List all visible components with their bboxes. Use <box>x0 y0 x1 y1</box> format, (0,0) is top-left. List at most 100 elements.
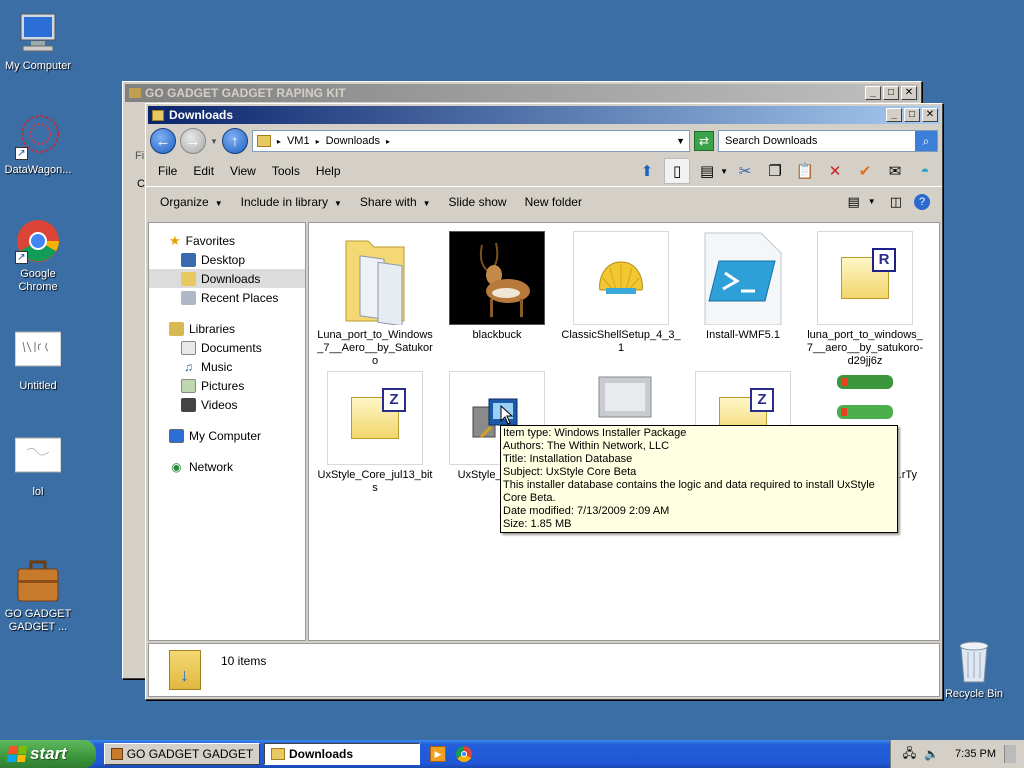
nav-my-computer[interactable]: My Computer <box>149 426 305 445</box>
media-player-quicklaunch-icon[interactable]: ▶ <box>430 746 446 762</box>
address-dropdown-icon[interactable]: ▼ <box>676 136 685 146</box>
paste-icon[interactable]: 📋 <box>792 158 818 184</box>
file-item[interactable]: ClassicShellSetup_4_3_1 <box>561 231 681 355</box>
search-input[interactable]: Search Downloads ⌕ <box>718 130 938 152</box>
folders-pane-icon[interactable]: ▯ <box>664 158 691 184</box>
classic-shell-icon[interactable]: ◓ <box>912 158 938 184</box>
chrome-quicklaunch-icon[interactable] <box>456 746 472 762</box>
change-view-icon[interactable]: ▤ <box>847 194 859 210</box>
image-file-icon <box>14 436 62 482</box>
share-with-button[interactable]: Share with ▼ <box>352 193 439 211</box>
mouse-cursor-icon <box>500 404 514 428</box>
tooltip-date-modified: Date modified: 7/13/2009 2:09 AM <box>503 505 670 517</box>
tooltip-description: This installer database contains the log… <box>503 479 875 504</box>
desktop-icon-my-computer[interactable]: My Computer <box>0 10 76 73</box>
address-row: ← → ▼ ↑ ▸ VM1 ▸ Downloads ▸ ▼ ⇄ Search D… <box>146 126 942 156</box>
breadcrumb-downloads[interactable]: Downloads <box>326 135 380 147</box>
menu-file[interactable]: File <box>150 162 185 180</box>
maximize-button[interactable]: □ <box>904 108 920 122</box>
recent-pages-dropdown[interactable]: ▼ <box>210 137 218 146</box>
minimize-button[interactable]: _ <box>886 108 902 122</box>
cut-icon[interactable]: ✂ <box>732 158 758 184</box>
file-name: ClassicShellSetup_4_3_1 <box>561 329 681 354</box>
nav-downloads[interactable]: Downloads <box>149 269 305 288</box>
desktop-icon-google-chrome[interactable]: ↗ Google Chrome <box>0 218 76 294</box>
refresh-button[interactable]: ⇄ <box>694 131 714 151</box>
preview-pane-icon[interactable]: ◫ <box>890 194 902 210</box>
explorer-window[interactable]: Downloads _ □ ✕ ← → ▼ ↑ ▸ VM1 ▸ Download… <box>145 103 943 700</box>
desktop-icon-untitled[interactable]: Untitled <box>0 330 76 393</box>
taskbar-button-downloads[interactable]: Downloads <box>264 743 420 765</box>
desktop-icon-lol[interactable]: lol <box>0 436 76 499</box>
details-pane: ↓ 10 items <box>148 643 940 697</box>
include-in-library-button[interactable]: Include in library ▼ <box>233 193 350 211</box>
desktop-icon-label: lol <box>32 486 44 498</box>
nav-desktop[interactable]: Desktop <box>149 250 305 269</box>
forward-button[interactable]: → <box>180 128 206 154</box>
search-icon[interactable]: ⌕ <box>915 131 937 151</box>
tooltip-title: Title: Installation Database <box>503 453 633 465</box>
new-folder-button[interactable]: New folder <box>517 193 590 211</box>
volume-icon[interactable]: 🔈 <box>924 747 939 761</box>
nav-network[interactable]: ◉ Network <box>149 457 305 476</box>
breadcrumb-arrow-icon[interactable]: ▸ <box>316 137 320 146</box>
background-window-titlebar[interactable]: GO GADGET GADGET RAPING KIT _ □ ✕ <box>125 84 919 102</box>
menu-view[interactable]: View <box>222 162 264 180</box>
up-folder-icon[interactable]: ⬆ <box>634 158 660 184</box>
start-button[interactable]: start <box>0 740 96 768</box>
menu-tools[interactable]: Tools <box>264 162 308 180</box>
nav-libraries[interactable]: Libraries <box>149 319 305 338</box>
help-icon[interactable]: ? <box>914 193 930 210</box>
shell-installer-icon <box>573 231 669 325</box>
file-item[interactable]: Z UxStyle_Core_jul13_bits <box>315 371 435 495</box>
navigation-pane[interactable]: ★ Favorites Desktop Downloads Recent Plac… <box>148 222 306 641</box>
file-item[interactable]: R luna_port_to_windows_7__aero__by_satuk… <box>805 231 925 368</box>
documents-icon <box>181 340 196 355</box>
downloads-folder-icon <box>181 271 196 286</box>
delete-icon[interactable]: ✕ <box>822 158 848 184</box>
desktop-icon-go-gadget[interactable]: GO GADGET GADGET ... <box>0 532 76 647</box>
network-tray-icon[interactable]: 🖧 <box>903 744 916 765</box>
file-item[interactable]: blackbuck <box>437 231 557 342</box>
close-button[interactable]: ✕ <box>901 86 917 100</box>
breadcrumb-vm1[interactable]: VM1 <box>287 135 310 147</box>
slide-show-button[interactable]: Slide show <box>441 193 515 211</box>
organize-button[interactable]: Organize ▼ <box>152 193 231 211</box>
menu-help[interactable]: Help <box>308 162 349 180</box>
folder-icon <box>129 88 141 98</box>
maximize-button[interactable]: □ <box>883 86 899 100</box>
nav-music[interactable]: ♫ Music <box>149 357 305 376</box>
views-icon[interactable]: ▤ <box>694 158 720 184</box>
file-item[interactable]: Install-WMF5.1 <box>683 231 803 342</box>
nav-recent-places[interactable]: Recent Places <box>149 288 305 307</box>
taskbar-button-go-gadget[interactable]: GO GADGET GADGET RA... <box>104 743 260 765</box>
clock[interactable]: 7:35 PM <box>955 748 996 760</box>
properties-check-icon[interactable]: ✔ <box>852 158 878 184</box>
views-dropdown-icon[interactable]: ▼ <box>720 167 728 176</box>
copy-icon[interactable]: ❐ <box>762 158 788 184</box>
search-placeholder: Search Downloads <box>725 135 818 147</box>
nav-pictures[interactable]: Pictures <box>149 376 305 395</box>
minimize-button[interactable]: _ <box>865 86 881 100</box>
nav-videos[interactable]: Videos <box>149 395 305 414</box>
nav-favorites[interactable]: ★ Favorites <box>149 231 305 250</box>
explorer-titlebar[interactable]: Downloads _ □ ✕ <box>148 106 940 124</box>
back-button[interactable]: ← <box>150 128 176 154</box>
close-button[interactable]: ✕ <box>922 108 938 122</box>
menu-edit[interactable]: Edit <box>185 162 222 180</box>
up-button[interactable]: ↑ <box>221 128 248 154</box>
address-bar[interactable]: ▸ VM1 ▸ Downloads ▸ ▼ <box>251 130 690 152</box>
breadcrumb-arrow-icon[interactable]: ▸ <box>386 137 390 146</box>
desktop-icon-recycle-bin[interactable]: Recycle Bin <box>936 638 1012 701</box>
nav-documents[interactable]: Documents <box>149 338 305 357</box>
breadcrumb-arrow-icon[interactable]: ▸ <box>277 137 281 146</box>
desktop-icon-datawagon[interactable]: ↗ DataWagon... <box>0 114 76 177</box>
chrome-icon: ↗ <box>15 218 61 264</box>
file-item[interactable]: Luna_port_to_Windows_7__Aero__by_Satukor… <box>315 231 435 368</box>
change-view-dropdown-icon[interactable]: ▼ <box>868 197 876 206</box>
email-icon[interactable]: ✉ <box>882 158 908 184</box>
pictures-icon <box>181 378 196 393</box>
item-count: 10 items <box>221 654 267 668</box>
show-desktop-icon[interactable] <box>1004 745 1016 763</box>
desktop-icon-label: My Computer <box>4 60 72 72</box>
